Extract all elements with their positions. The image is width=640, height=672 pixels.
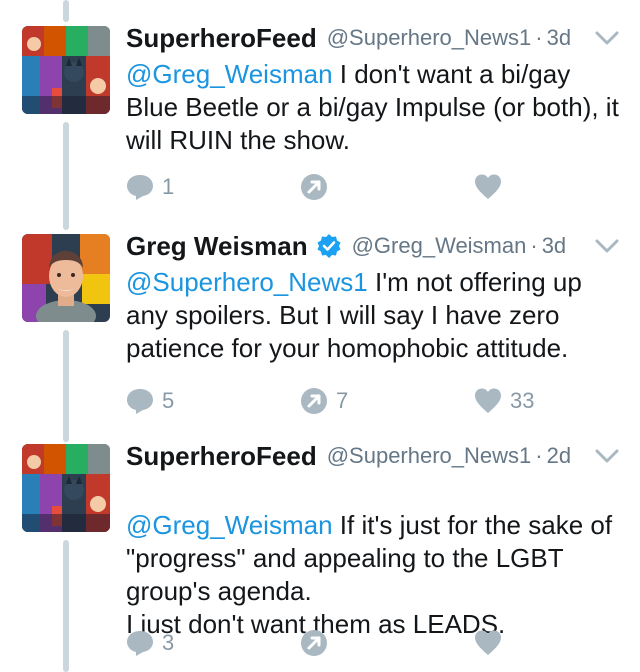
reply-icon: [127, 389, 153, 414]
retweet-button[interactable]: 7: [300, 384, 348, 418]
like-button[interactable]: [474, 626, 510, 660]
reply-icon: [127, 175, 153, 200]
timestamp[interactable]: 2d: [547, 443, 571, 469]
reply-icon: [127, 631, 153, 656]
superhero-collage-image: [22, 26, 110, 114]
like-button[interactable]: [474, 170, 510, 204]
reply-count: 3: [162, 630, 175, 655]
tweet-text: @Superhero_News1 I'm not offering up any…: [126, 266, 621, 365]
tweet-text: @Greg_Weisman If it's just for the sake …: [126, 476, 621, 641]
tweet-actions: 1: [126, 170, 606, 204]
tweet-actions: 5 7 33: [126, 384, 606, 418]
profile-photo-image: [22, 234, 110, 322]
tweet-header: SuperheroFeed @Superhero_News1 · 2d: [126, 436, 571, 476]
separator: ·: [530, 233, 538, 258]
reply-button[interactable]: 3: [126, 626, 174, 660]
reply-button[interactable]: 5: [126, 384, 174, 418]
heart-icon: [475, 630, 501, 655]
tweet[interactable]: SuperheroFeed @Superhero_News1 · 3d @Gre…: [0, 18, 640, 218]
heart-icon: [475, 388, 501, 413]
avatar[interactable]: [22, 234, 110, 322]
mention-link[interactable]: @Greg_Weisman: [126, 510, 333, 540]
reply-button[interactable]: 1: [126, 170, 174, 204]
like-button[interactable]: 33: [474, 384, 534, 418]
tweet[interactable]: SuperheroFeed @Superhero_News1 · 2d @Gre…: [0, 436, 640, 672]
reply-count: 5: [162, 388, 175, 413]
retweet-button[interactable]: [300, 626, 336, 660]
user-handle[interactable]: @Superhero_News1: [327, 25, 532, 51]
display-name[interactable]: SuperheroFeed: [126, 441, 317, 472]
display-name[interactable]: SuperheroFeed: [126, 23, 317, 54]
superhero-collage-image: [22, 444, 110, 532]
separator: ·: [535, 25, 543, 50]
separator: ·: [535, 443, 543, 468]
tweet-header: SuperheroFeed @Superhero_News1 · 3d: [126, 18, 571, 58]
retweet-icon: [301, 388, 327, 414]
tweet[interactable]: Greg Weisman @Greg_Weisman · 3d @Superhe…: [0, 226, 640, 426]
tweet-text: @Greg_Weisman I don't want a bi/gay Blue…: [126, 58, 621, 157]
display-name[interactable]: Greg Weisman: [126, 231, 308, 262]
retweet-count: 7: [336, 388, 349, 413]
reply-count: 1: [162, 174, 175, 199]
retweet-button[interactable]: [300, 170, 336, 204]
mention-link[interactable]: @Superhero_News1: [126, 267, 368, 297]
heart-icon: [475, 174, 501, 199]
user-handle[interactable]: @Superhero_News1: [327, 443, 532, 469]
tweet-header: Greg Weisman @Greg_Weisman · 3d: [126, 226, 566, 266]
timestamp[interactable]: 3d: [547, 25, 571, 51]
chevron-down-icon[interactable]: [594, 28, 620, 48]
mention-link[interactable]: @Greg_Weisman: [126, 59, 333, 89]
retweet-icon: [301, 630, 327, 656]
avatar[interactable]: [22, 444, 110, 532]
chevron-down-icon[interactable]: [594, 446, 620, 466]
timestamp[interactable]: 3d: [542, 233, 566, 259]
verified-badge-icon: [317, 234, 341, 258]
user-handle[interactable]: @Greg_Weisman: [352, 233, 527, 259]
avatar[interactable]: [22, 26, 110, 114]
like-count: 33: [510, 388, 535, 413]
chevron-down-icon[interactable]: [594, 236, 620, 256]
tweet-actions: 3: [126, 626, 606, 660]
retweet-icon: [301, 174, 327, 200]
